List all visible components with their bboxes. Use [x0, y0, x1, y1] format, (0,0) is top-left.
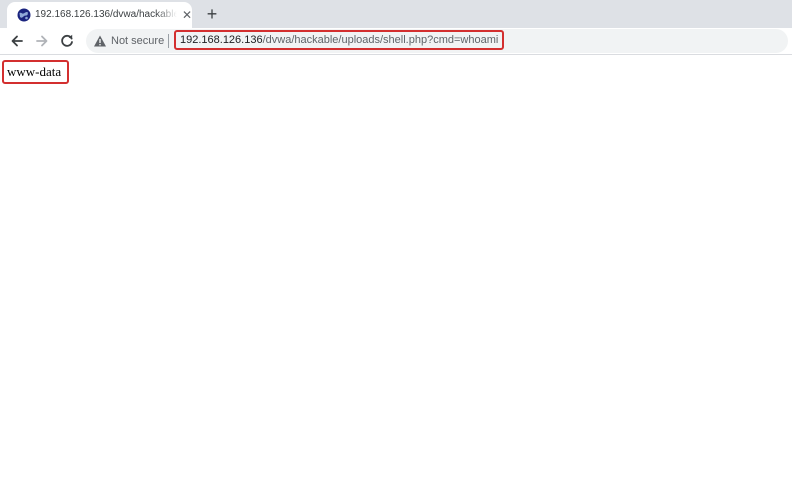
new-tab-button[interactable]: + [202, 4, 222, 24]
reload-icon[interactable] [58, 32, 76, 50]
tab-title: 192.168.126.136/dvwa/hackable/uploads/sh… [35, 9, 177, 20]
tab-strip: 192.168.126.136/dvwa/hackable/uploads/sh… [0, 0, 792, 28]
page-content: www-data [0, 55, 792, 502]
address-field[interactable]: 192.168.126.136/dvwa/hackable/uploads/sh… [174, 30, 504, 50]
security-label[interactable]: Not secure [111, 34, 164, 48]
browser-toolbar: Not secure 192.168.126.136/dvwa/hackable… [0, 28, 792, 55]
warning-icon[interactable] [93, 34, 107, 48]
command-output: www-data [2, 60, 69, 84]
globe-icon [17, 8, 31, 22]
forward-arrow-icon[interactable] [33, 32, 51, 50]
url-path: /dvwa/hackable/uploads/shell.php?cmd=who… [262, 34, 499, 46]
tab-close-icon[interactable]: ✕ [181, 9, 193, 21]
omnibox[interactable]: Not secure 192.168.126.136/dvwa/hackable… [86, 29, 788, 53]
url-host: 192.168.126.136 [180, 34, 263, 46]
omnibox-divider [168, 34, 169, 48]
back-arrow-icon[interactable] [8, 32, 26, 50]
browser-tab[interactable]: 192.168.126.136/dvwa/hackable/uploads/sh… [7, 2, 192, 28]
